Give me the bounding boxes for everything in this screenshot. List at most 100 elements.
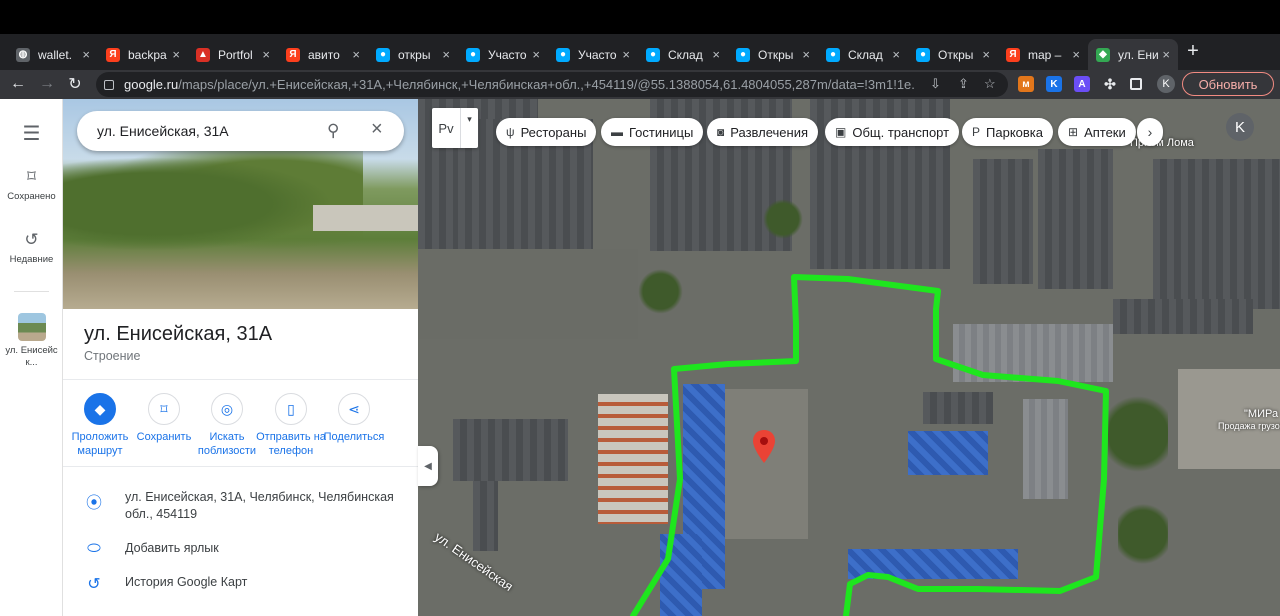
directions-icon: ◆ — [84, 393, 116, 425]
browser-tab[interactable]: ● Откры × — [728, 39, 818, 70]
tab-title: откры — [398, 47, 431, 62]
close-tab-icon[interactable]: × — [172, 47, 180, 62]
share-icon: ⋖ — [338, 393, 370, 425]
browser-tab[interactable]: ◆ ул. Ени × — [1088, 39, 1178, 70]
browser-tab[interactable]: Яbackpa × — [98, 39, 188, 70]
k-extension-icon[interactable]: K — [1046, 76, 1062, 92]
address-bar[interactable]: google.ru/maps/place/ул.+Енисейская,+31А… — [96, 72, 1008, 97]
close-tab-icon[interactable]: × — [622, 47, 630, 62]
action-directions-button[interactable]: ◆ Проложить маршрут — [63, 393, 137, 458]
tab-title: map – — [1028, 47, 1062, 62]
browser-tab-bar: ◍ wallet. × Яbackpa × ▲ Portfol × Яавито × ● откры ×… — [0, 34, 1280, 70]
tab-title: ул. Ени — [1118, 47, 1159, 62]
browser-tab[interactable]: Яавито × — [278, 39, 368, 70]
poi-label[interactable]: "МИРа — [1244, 408, 1278, 420]
install-app-icon[interactable]: ⇩ — [930, 76, 941, 92]
close-tab-icon[interactable]: × — [442, 47, 450, 62]
action-share-button[interactable]: ⋖ Поделиться — [317, 393, 391, 444]
close-tab-icon[interactable]: × — [982, 47, 990, 62]
action-nearby-button[interactable]: ◎ Искать поблизости — [190, 393, 264, 458]
chip-label: Рестораны — [520, 124, 587, 140]
recent-button[interactable]: ↺ Недавние — [0, 230, 63, 265]
hamburger-menu-icon: ☰ — [22, 123, 41, 145]
close-tab-icon[interactable]: × — [712, 47, 720, 62]
layer-selector-label: Pv — [438, 120, 454, 136]
browser-tab[interactable]: Яmap – × — [998, 39, 1088, 70]
browser-tab[interactable]: ● Склад × — [638, 39, 728, 70]
browser-tab[interactable]: ● Склад × — [818, 39, 908, 70]
place-side-panel: ⚲ × ул. Енисейская, 31А Строение ◆ Пролож… — [63, 99, 418, 616]
place-type[interactable]: Строение — [84, 349, 140, 363]
place-photo[interactable]: ⚲ × — [63, 99, 418, 309]
update-button[interactable]: Обновить — [1182, 72, 1274, 96]
photo-trees — [63, 149, 363, 259]
forward-button[interactable]: → — [36, 73, 58, 95]
close-tab-icon[interactable]: × — [262, 47, 270, 62]
chevron-right-icon[interactable]: › — [1137, 118, 1163, 146]
metamask-extension-icon[interactable]: ᴍ — [1018, 76, 1034, 92]
new-tab-button[interactable]: + — [1184, 40, 1202, 63]
globe-icon: ◍ — [16, 47, 30, 62]
tab-title: Portfol — [218, 47, 253, 62]
collapse-panel-button[interactable]: ◀ — [418, 446, 438, 486]
browser-tab[interactable]: ● откры × — [368, 39, 458, 70]
close-tab-icon[interactable]: × — [1162, 47, 1170, 62]
search-icon[interactable]: ⚲ — [327, 121, 339, 141]
action-buttons: ◆ Проложить маршрут ⌑ Сохранить ◎ Искать побл… — [63, 393, 418, 463]
chip-label: Аптеки — [1084, 124, 1126, 140]
browser-tab[interactable]: ▲ Portfol × — [188, 39, 278, 70]
location-pin-marker[interactable] — [752, 430, 776, 464]
browser-tab[interactable]: ◍ wallet. × — [8, 39, 98, 70]
category-chip[interactable]: ▬ Гостиницы — [601, 118, 704, 146]
side-panel-icon[interactable] — [1130, 78, 1142, 90]
chip-label: Общ. транспорт — [852, 124, 950, 140]
location-pin-icon: ⦿ — [85, 495, 102, 512]
layer-selector[interactable]: Pv ▾ — [432, 108, 478, 148]
extensions-puzzle-icon[interactable]: ✣ — [1102, 76, 1118, 92]
menu-button[interactable]: ☰ — [0, 121, 63, 150]
chip-label: Парковка — [986, 124, 1043, 140]
category-chip[interactable]: ◙ Развлечения — [707, 118, 819, 146]
screen-top-bezel — [0, 0, 1280, 34]
tab-title: Участо — [578, 47, 617, 62]
category-chip[interactable]: ⊞ Аптеки — [1058, 118, 1136, 146]
close-tab-icon[interactable]: × — [1072, 47, 1080, 62]
yandex-icon: Я — [286, 47, 300, 62]
chip-label: Развлечения — [730, 124, 809, 140]
profile-avatar[interactable]: K — [1157, 75, 1175, 93]
close-tab-icon[interactable]: × — [802, 47, 810, 62]
google-maps-icon: ◆ — [1096, 47, 1110, 62]
close-icon[interactable]: × — [371, 118, 383, 141]
close-tab-icon[interactable]: × — [352, 47, 360, 62]
lock-icon[interactable] — [104, 79, 114, 90]
browser-tab[interactable]: ● Участо × — [458, 39, 548, 70]
tab-title: backpa — [128, 47, 167, 62]
saved-button[interactable]: ⌑ Сохранено — [0, 167, 63, 202]
back-button[interactable]: ← — [7, 73, 29, 95]
poi-label[interactable]: Продажа грузовы — [1218, 421, 1280, 431]
tab-title: Откры — [758, 47, 794, 62]
recent-place-button[interactable]: ул. Енисейск... — [0, 313, 63, 369]
category-chip[interactable]: P Парковка — [962, 118, 1053, 146]
category-chip[interactable]: ▣ Общ. транспорт — [825, 118, 960, 146]
avito-icon: ● — [646, 47, 660, 62]
category-chip[interactable]: ψ Рестораны — [496, 118, 597, 146]
close-tab-icon[interactable]: × — [892, 47, 900, 62]
search-input[interactable] — [97, 123, 317, 139]
browser-tab[interactable]: ● Откры × — [908, 39, 998, 70]
chevron-down-icon[interactable]: ▾ — [460, 108, 478, 148]
satellite-map[interactable]: ул. Енисейская Прием Лома "МИРа Продажа … — [418, 99, 1280, 616]
history-icon: ↺ — [87, 576, 101, 593]
tab-title: авито — [308, 47, 340, 62]
reload-button[interactable]: ↻ — [64, 73, 86, 95]
pharmacy-icon: ⊞ — [1068, 125, 1079, 139]
account-avatar[interactable]: K — [1226, 113, 1254, 141]
close-tab-icon[interactable]: × — [532, 47, 540, 62]
browser-tab[interactable]: ● Участо × — [548, 39, 638, 70]
share-page-icon[interactable]: ⇪ — [958, 76, 969, 92]
a-extension-icon[interactable]: A — [1074, 76, 1090, 92]
lock-doc-icon: ▲ — [196, 47, 210, 62]
close-tab-icon[interactable]: × — [82, 47, 90, 62]
tab-title: wallet. — [38, 47, 73, 62]
bookmark-star-icon[interactable]: ☆ — [984, 76, 996, 92]
